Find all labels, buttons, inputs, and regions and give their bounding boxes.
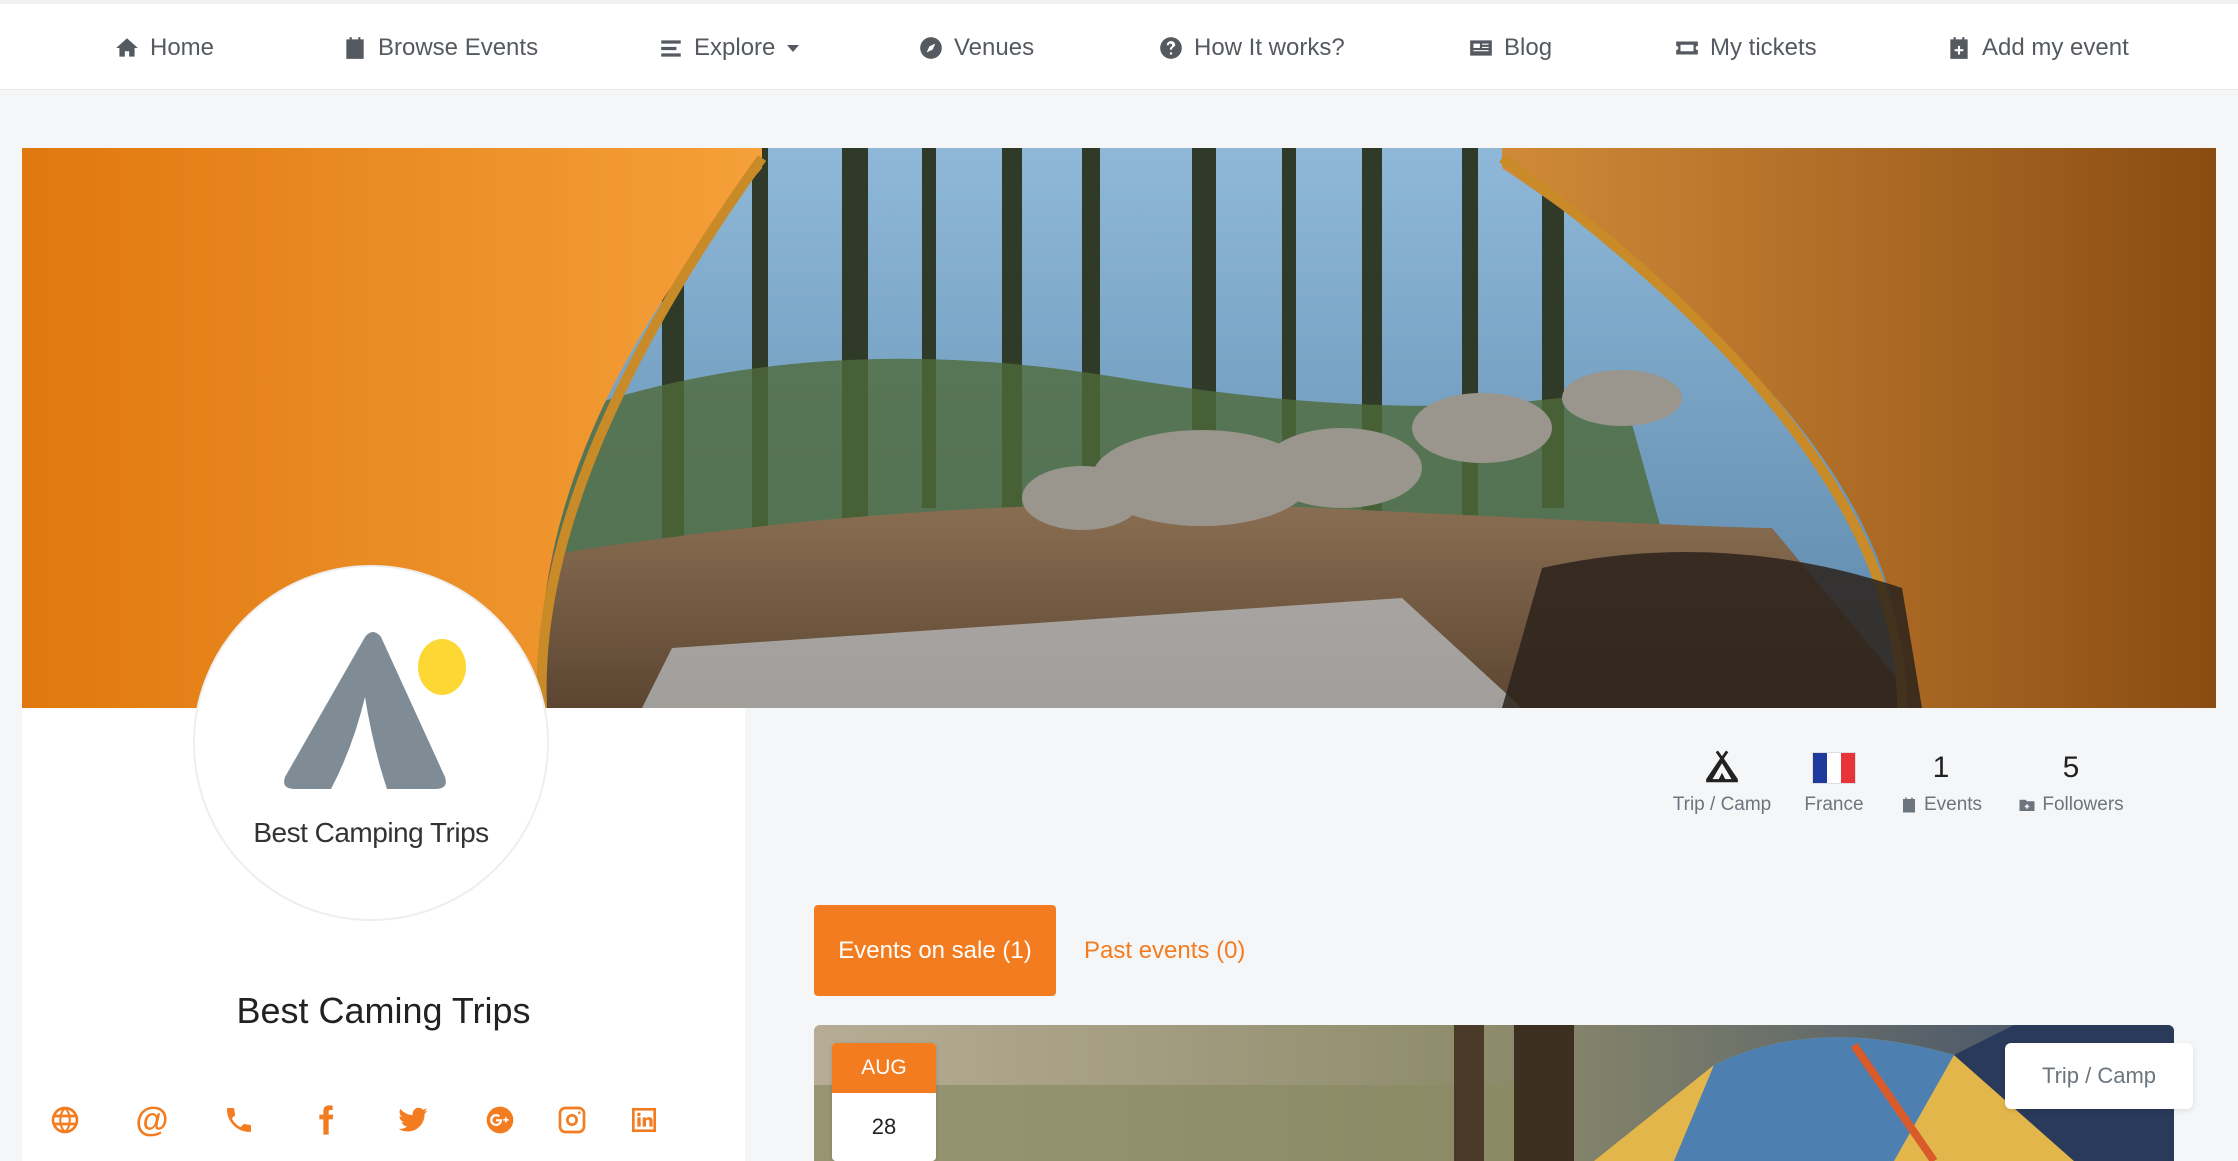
website-link[interactable] — [45, 1100, 85, 1140]
folder-plus-icon — [2019, 799, 2035, 811]
ticket-icon — [1676, 41, 1698, 55]
stat-country: France — [1800, 748, 1868, 816]
calendar-icon — [1902, 797, 1915, 813]
nav-home[interactable]: Home — [114, 30, 214, 66]
newspaper-icon — [1470, 40, 1492, 56]
stat-category: Trip / Camp — [1670, 748, 1774, 816]
france-flag-icon — [1812, 752, 1856, 784]
nav-how-it-works[interactable]: How It works? — [1158, 30, 1345, 66]
stat-events: 1 Events — [1896, 748, 1986, 816]
top-navbar: Home Browse Events Explore Venues How It… — [0, 0, 2238, 90]
email-link[interactable]: @ — [132, 1100, 172, 1140]
google-plus-link[interactable] — [480, 1100, 520, 1140]
nav-explore-dropdown[interactable]: Explore — [658, 30, 800, 66]
organizer-name: Best Caming Trips — [236, 990, 531, 1031]
tent-logo-icon — [284, 632, 466, 789]
logo-text: Best Camping Trips — [253, 817, 489, 848]
instagram-link[interactable] — [552, 1100, 592, 1140]
nav-my-tickets[interactable]: My tickets — [1674, 30, 1817, 66]
event-date-badge: AUG 28 — [832, 1043, 936, 1161]
event-month: AUG — [832, 1043, 936, 1093]
home-icon — [116, 38, 138, 57]
phone-icon — [227, 1108, 251, 1132]
event-day: 28 — [871, 1114, 897, 1139]
stat-followers: 5 Followers — [2012, 748, 2130, 816]
question-circle-icon — [1160, 37, 1182, 59]
menu-icon — [661, 40, 681, 57]
phone-link[interactable] — [219, 1100, 259, 1140]
nav-venues[interactable]: Venues — [918, 30, 1034, 66]
twitter-link[interactable] — [393, 1100, 433, 1140]
organizer-logo: Best Camping Trips — [193, 565, 549, 921]
compass-icon — [920, 37, 942, 59]
google-plus-icon — [486, 1106, 514, 1134]
twitter-icon — [398, 1107, 428, 1132]
facebook-icon — [319, 1105, 334, 1135]
chevron-down-icon — [787, 44, 800, 52]
nav-blog[interactable]: Blog — [1468, 30, 1552, 66]
linkedin-icon — [632, 1108, 656, 1132]
tab-past-events[interactable]: Past events (0) — [1070, 905, 1259, 996]
event-thumbnail-illustration — [814, 1025, 2174, 1161]
calendar-plus-icon — [1950, 37, 1968, 59]
linkedin-link[interactable] — [624, 1100, 664, 1140]
campground-icon — [1706, 750, 1738, 783]
at-sign-icon: @ — [135, 1100, 169, 1139]
facebook-link[interactable] — [306, 1100, 346, 1140]
globe-icon — [51, 1106, 79, 1134]
event-card-image[interactable] — [814, 1025, 2174, 1161]
instagram-icon — [558, 1106, 586, 1134]
calendar-icon — [346, 37, 364, 59]
tab-events-on-sale[interactable]: Events on sale (1) — [814, 905, 1056, 996]
nav-browse-events[interactable]: Browse Events — [342, 30, 538, 66]
nav-add-event[interactable]: Add my event — [1946, 30, 2129, 66]
event-category-badge[interactable]: Trip / Camp — [2005, 1043, 2193, 1109]
